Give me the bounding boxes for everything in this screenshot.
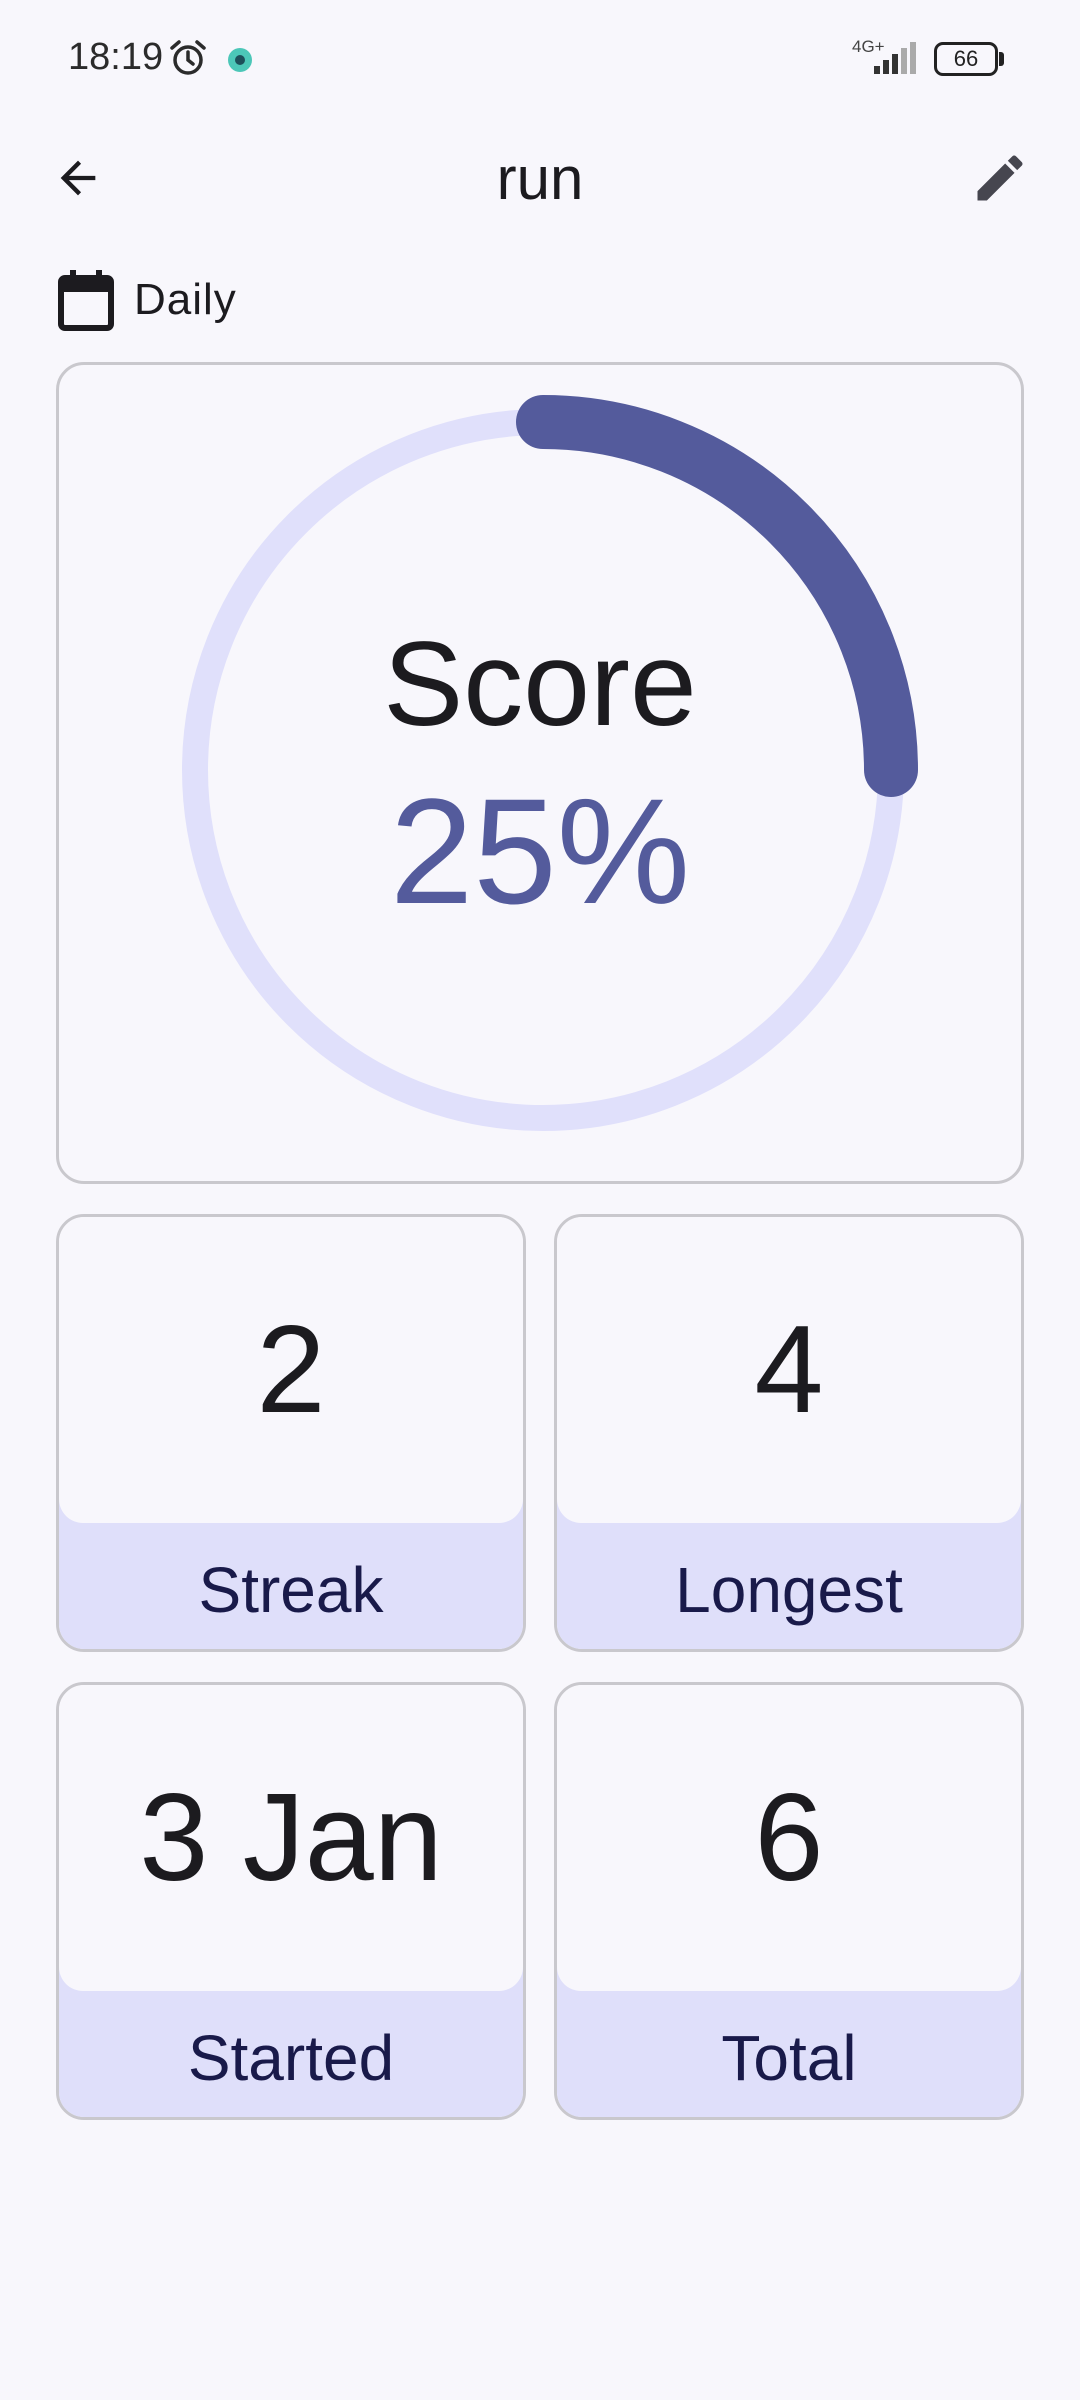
total-value: 6: [754, 1769, 824, 1907]
longest-card: 4 Longest: [554, 1214, 1024, 1652]
calendar-icon: [58, 270, 114, 331]
battery-level: 66: [934, 42, 998, 76]
signal-icon: [874, 42, 916, 74]
score-card: Score 25%: [56, 362, 1024, 1184]
frequency-row: Daily: [56, 266, 237, 334]
battery-icon: 66: [934, 42, 1004, 76]
streak-value: 2: [256, 1301, 326, 1439]
longest-value: 4: [754, 1301, 824, 1439]
pencil-icon: [977, 155, 1023, 201]
frequency-label: Daily: [134, 275, 237, 324]
status-bar: 18:19 4G+ 66: [0, 0, 1080, 118]
score-value: 25%: [389, 767, 691, 935]
app-notification-icon: [228, 48, 252, 72]
total-card: 6 Total: [554, 1682, 1024, 2120]
edit-button[interactable]: [962, 140, 1038, 216]
started-value: 3 Jan: [139, 1769, 443, 1907]
streak-label: Streak: [198, 1554, 384, 1626]
app-bar: run: [0, 118, 1080, 238]
status-time: 18:19: [68, 36, 164, 78]
score-label: Score: [383, 617, 697, 751]
longest-label: Longest: [675, 1554, 903, 1626]
streak-card: 2 Streak: [56, 1214, 526, 1652]
alarm-icon: [170, 40, 206, 75]
page-title: run: [496, 145, 584, 212]
total-label: Total: [721, 2022, 857, 2094]
started-label: Started: [187, 2022, 395, 2094]
started-card: 3 Jan Started: [56, 1682, 526, 2120]
